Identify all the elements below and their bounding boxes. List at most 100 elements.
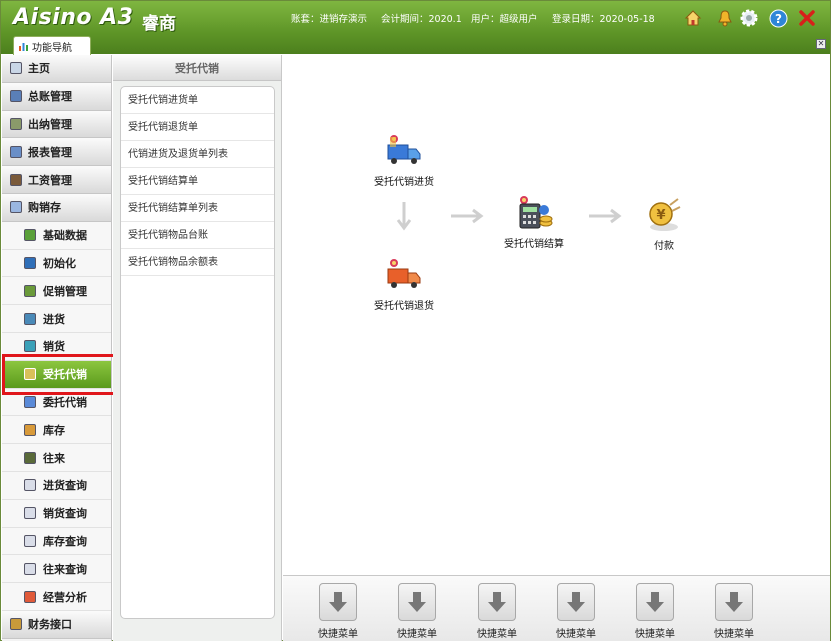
sidebar-item-home[interactable]: 主页 xyxy=(2,55,111,83)
sidebar: 主页 总账管理 出纳管理 报表管理 工资管理 购销存 基础数据 初始化 促销管理… xyxy=(2,55,112,641)
svg-text:?: ? xyxy=(775,12,782,26)
sidebar-item-label: 总账管理 xyxy=(28,90,72,104)
sidebar-sub-label: 进货 xyxy=(43,312,65,326)
sidebar-item-reports[interactable]: 报表管理 xyxy=(2,138,111,167)
quick-menu-button-1[interactable]: 快捷菜单 xyxy=(315,583,361,640)
sidebar-item-payroll[interactable]: 工资管理 xyxy=(2,166,111,194)
workflow-label: 付款 xyxy=(654,241,674,252)
help-icon[interactable]: ? xyxy=(768,8,788,28)
brand-subtitle: 睿商 xyxy=(142,14,176,34)
sidebar-sub-consignment-in[interactable]: 受托代销 xyxy=(2,360,111,389)
quick-menu-button-4[interactable]: 快捷菜单 xyxy=(553,583,599,640)
consignment-in-icon xyxy=(24,368,36,381)
sidebar-sub-promotion[interactable]: 促销管理 xyxy=(2,277,111,306)
initialize-icon xyxy=(24,256,36,269)
sidebar-sub-stock[interactable]: 库存 xyxy=(2,416,111,445)
stock-query-icon xyxy=(24,534,36,547)
sidebar-sub-label: 库存 xyxy=(43,423,65,437)
sidebar-sub-purchase[interactable]: 进货 xyxy=(2,305,111,333)
quick-menu-button-2[interactable]: 快捷菜单 xyxy=(394,583,440,640)
sales-query-icon xyxy=(24,507,36,520)
sidebar-sub-basic-data[interactable]: 基础数据 xyxy=(2,221,111,250)
sales-icon xyxy=(24,340,36,353)
sidebar-sub-sales-query[interactable]: 销货查询 xyxy=(2,499,111,528)
home-module-icon xyxy=(10,62,22,75)
arrow-down-icon xyxy=(557,583,595,621)
workflow-label: 受托代销进货 xyxy=(374,177,434,188)
gear-icon[interactable] xyxy=(739,8,759,28)
return-truck-icon xyxy=(387,259,421,288)
sidebar-sub-sales[interactable]: 销货 xyxy=(2,332,111,361)
sidebar-sub-consignment-out[interactable]: 委托代销 xyxy=(2,388,111,417)
payroll-icon xyxy=(10,173,22,186)
tab-close-icon[interactable]: ✕ xyxy=(816,39,826,49)
bell-icon[interactable] xyxy=(715,8,735,28)
sidebar-item-purchase-sales-inventory[interactable]: 购销存 xyxy=(2,193,111,222)
sidebar-sub-label: 受托代销 xyxy=(43,368,87,382)
delivery-truck-icon xyxy=(387,135,421,164)
sidebar-sub-accounts[interactable]: 往来 xyxy=(2,444,111,472)
app-header: Aisino A3 睿商 账套：进销存演示 会计期间：2020.1 用户：超级用… xyxy=(1,1,830,55)
submenu-item-consignment-settlement[interactable]: 受托代销结算单 xyxy=(121,168,274,195)
quick-menu-label: 快捷菜单 xyxy=(556,629,596,640)
sidebar-sub-label: 库存查询 xyxy=(43,534,87,548)
submenu-item-consignment-goods-ledger[interactable]: 受托代销物品台账 xyxy=(121,222,274,249)
submenu-item-consignment-purchase-order[interactable]: 受托代销进货单 xyxy=(121,87,274,114)
sidebar-sub-label: 进货查询 xyxy=(43,479,87,493)
period-info: 会计期间：2020.1 xyxy=(381,14,462,25)
workflow-node-consignment-in[interactable]: 受托代销进货 xyxy=(371,133,437,188)
quick-menu-label: 快捷菜单 xyxy=(397,629,437,640)
account-info: 账套：进销存演示 xyxy=(291,14,368,25)
sidebar-item-finance-interface[interactable]: 财务接口 xyxy=(2,610,111,639)
workflow-canvas: 受托代销进货 受托代销退货 受托代销结算 ¥ 付款 xyxy=(283,55,830,575)
sidebar-sub-accounts-query[interactable]: 往来查询 xyxy=(2,555,111,584)
business-analysis-icon xyxy=(24,590,36,603)
arrow-down-icon xyxy=(478,583,516,621)
sidebar-item-label: 出纳管理 xyxy=(28,117,72,131)
calculator-coins-icon xyxy=(519,196,553,229)
sidebar-sub-label: 促销管理 xyxy=(43,284,87,298)
submenu-list: 受托代销进货单 受托代销退货单 代销进货及退货单列表 受托代销结算单 受托代销结… xyxy=(120,86,275,619)
quick-menu-label: 快捷菜单 xyxy=(714,629,754,640)
workflow-node-payment[interactable]: ¥ 付款 xyxy=(631,197,697,252)
sidebar-sub-label: 往来 xyxy=(43,451,65,465)
quick-menu-button-5[interactable]: 快捷菜单 xyxy=(632,583,678,640)
finance-interface-icon xyxy=(10,618,22,631)
consignment-out-icon xyxy=(24,395,36,408)
promotion-icon xyxy=(24,284,36,297)
purchase-query-icon xyxy=(24,479,36,492)
inventory-module-icon xyxy=(10,201,22,214)
tab-function-nav[interactable]: 功能导航 xyxy=(13,36,91,55)
close-icon[interactable] xyxy=(797,8,817,28)
ledger-icon xyxy=(10,90,22,103)
sidebar-sub-business-analysis[interactable]: 经营分析 xyxy=(2,583,111,611)
submenu-item-consignment-goods-balance[interactable]: 受托代销物品余额表 xyxy=(121,249,274,276)
quick-menu-button-3[interactable]: 快捷菜单 xyxy=(474,583,520,640)
purchase-icon xyxy=(24,312,36,325)
quick-menu-label: 快捷菜单 xyxy=(477,629,517,640)
workflow-label: 受托代销退货 xyxy=(374,301,434,312)
bar-chart-icon xyxy=(19,42,28,51)
sidebar-item-label: 工资管理 xyxy=(28,173,72,187)
workflow-node-consignment-return[interactable]: 受托代销退货 xyxy=(371,257,437,312)
submenu-item-consignment-order-list[interactable]: 代销进货及退货单列表 xyxy=(121,141,274,168)
reports-icon xyxy=(10,145,22,158)
submenu-item-consignment-settlement-list[interactable]: 受托代销结算单列表 xyxy=(121,195,274,222)
arrow-down-icon xyxy=(715,583,753,621)
quick-menu-label: 快捷菜单 xyxy=(635,629,675,640)
sidebar-item-ledger[interactable]: 总账管理 xyxy=(2,82,111,111)
sidebar-sub-stock-query[interactable]: 库存查询 xyxy=(2,527,111,556)
arrow-down-icon xyxy=(396,202,412,231)
login-date-info: 登录日期：2020-05-18 xyxy=(552,14,655,25)
sidebar-sub-label: 销货 xyxy=(43,340,65,354)
quick-menu-button-6[interactable]: 快捷菜单 xyxy=(711,583,757,640)
submenu-item-consignment-return-order[interactable]: 受托代销退货单 xyxy=(121,114,274,141)
workflow-node-consignment-settlement[interactable]: 受托代销结算 xyxy=(501,195,567,250)
sidebar-sub-label: 基础数据 xyxy=(43,229,87,243)
sidebar-item-cashier[interactable]: 出纳管理 xyxy=(2,110,111,139)
sidebar-sub-label: 经营分析 xyxy=(43,590,87,604)
sidebar-sub-purchase-query[interactable]: 进货查询 xyxy=(2,471,111,500)
quick-menu-bar: 快捷菜单 快捷菜单 快捷菜单 快捷菜单 快捷菜单 快捷菜单 xyxy=(283,575,830,641)
sidebar-sub-initialize[interactable]: 初始化 xyxy=(2,249,111,278)
home-icon[interactable] xyxy=(683,8,703,28)
